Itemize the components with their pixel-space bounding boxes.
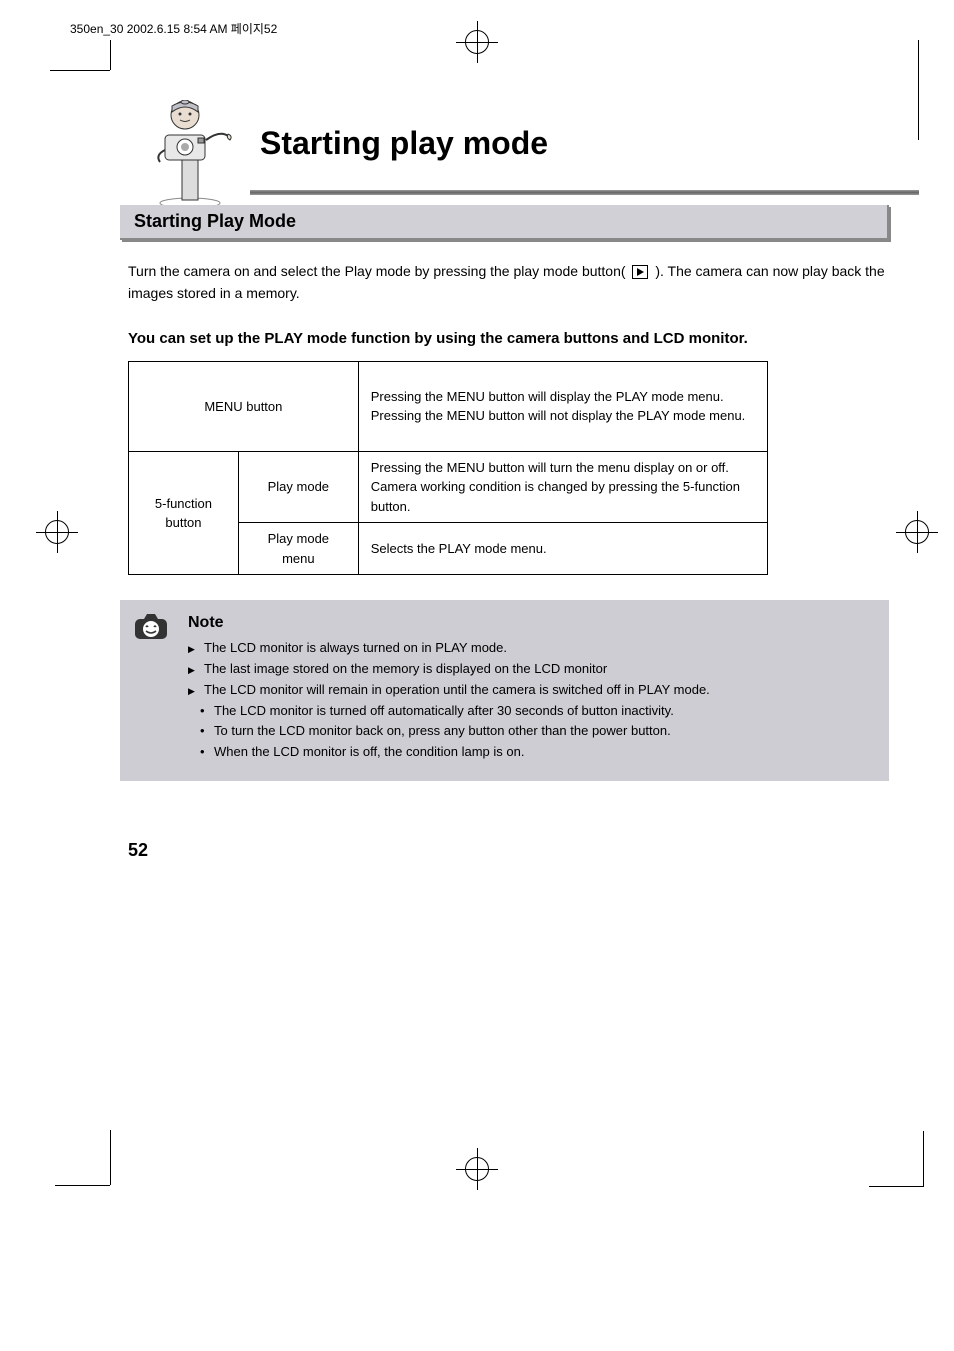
table-line: Camera working condition is changed by p…: [371, 477, 755, 516]
registration-mark-top: [465, 0, 489, 54]
play-mode-table: MENU button Pressing the MENU button wil…: [128, 361, 768, 576]
registration-mark-left: [45, 490, 69, 544]
table-cell-play-menu-desc: Selects the PLAY mode menu.: [358, 523, 767, 575]
table-cell-play-mode-desc: Pressing the MENU button will turn the m…: [358, 451, 767, 523]
table-cell-menu-button: MENU button: [129, 361, 359, 451]
camera-smile-icon: [134, 612, 168, 640]
crop-mark-bottom-left: [55, 1130, 111, 1186]
section-heading: Starting Play Mode: [120, 205, 889, 240]
page-number: 52: [128, 840, 148, 861]
note-heading: Note: [188, 614, 871, 632]
intro-prefix: Turn the camera on and select the Play m…: [128, 263, 629, 279]
page-content-area: Starting play mode Starting Play Mode Tu…: [110, 70, 919, 1151]
page-title-bar: Starting play mode: [250, 100, 919, 195]
subheading: You can set up the PLAY mode function by…: [128, 330, 901, 347]
page-title: Starting play mode: [250, 100, 919, 162]
note-item: The last image stored on the memory is d…: [188, 659, 871, 680]
note-list: The LCD monitor is always turned on in P…: [188, 638, 871, 700]
table-line: Pressing the MENU button will not displa…: [371, 406, 755, 426]
table-cell-menu-desc: Pressing the MENU button will display th…: [358, 361, 767, 451]
table-cell-5fn: 5-function button: [129, 451, 239, 575]
table-row: 5-function button Play mode Pressing the…: [129, 451, 768, 523]
section-intro: Turn the camera on and select the Play m…: [128, 260, 889, 305]
table-line: Pressing the MENU button will turn the m…: [371, 458, 755, 478]
table-line: Pressing the MENU button will display th…: [371, 387, 755, 407]
table-cell-play-mode: Play mode: [238, 451, 358, 523]
table-row: MENU button Pressing the MENU button wil…: [129, 361, 768, 451]
note-item: The LCD monitor is always turned on in P…: [188, 638, 871, 659]
page-body: Starting Play Mode Turn the camera on an…: [110, 205, 919, 801]
play-mode-button-icon: [632, 265, 648, 279]
registration-mark-bottom: [465, 1127, 489, 1181]
print-header-marker: 350en_30 2002.6.15 8:54 AM 페이지52: [70, 20, 277, 37]
title-underline: [250, 190, 919, 195]
note-subitem: The LCD monitor is turned off automatica…: [200, 701, 871, 722]
note-subitem: When the LCD monitor is off, the conditi…: [200, 742, 871, 763]
mascot-illustration: [130, 100, 250, 215]
table-cell-play-menu: Play mode menu: [238, 523, 358, 575]
note-item: The LCD monitor will remain in operation…: [188, 680, 871, 701]
crop-mark-bottom-right: [923, 1131, 924, 1186]
crop-mark-top-left-h: [50, 70, 110, 71]
note-sublist: The LCD monitor is turned off automatica…: [200, 701, 871, 763]
crop-mark-top-left-v: [110, 40, 111, 70]
note-subitem: To turn the LCD monitor back on, press a…: [200, 721, 871, 742]
note-box: Note The LCD monitor is always turned on…: [120, 600, 889, 781]
